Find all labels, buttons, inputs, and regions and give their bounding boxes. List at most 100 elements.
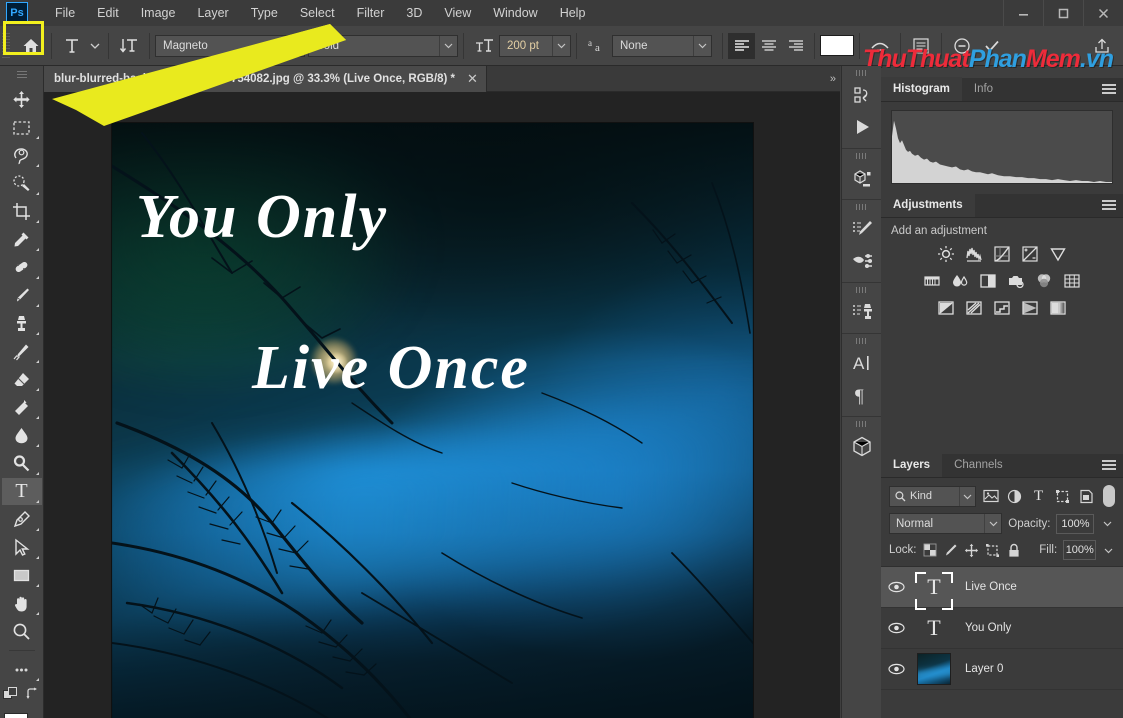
type-tool-icon[interactable] [57,32,87,60]
color-lookup-grid-icon[interactable] [1062,270,1083,291]
artboard[interactable]: You Only Live Once [112,123,753,718]
brightness-icon[interactable] [936,243,957,264]
layer-thumbnail[interactable]: T [911,615,957,641]
history-brush-tool[interactable] [2,338,42,365]
eyedropper-tool[interactable] [2,226,42,253]
menu-window[interactable]: Window [482,2,548,24]
levels-icon[interactable] [964,243,985,264]
canvas-area[interactable]: You Only Live Once [44,92,840,718]
layer-name-you-only[interactable]: You Only [957,622,1011,634]
hand-tool[interactable] [2,590,42,617]
crop-tool[interactable] [2,198,42,225]
filter-shape-layers[interactable] [1054,486,1072,506]
lock-position[interactable] [964,541,979,559]
type-tool[interactable]: T [1,478,42,505]
exposure-icon[interactable] [1020,243,1041,264]
menu-edit[interactable]: Edit [86,2,130,24]
menu-3d[interactable]: 3D [395,2,433,24]
dock-grip[interactable] [855,338,868,344]
chevron-down-icon[interactable] [984,514,1001,533]
text-color-swatch[interactable] [820,35,854,56]
tab-adjustments[interactable]: Adjustments [881,193,975,217]
art-text-you-only[interactable]: You Only [136,182,388,253]
filter-toggle-switch[interactable] [1103,485,1116,507]
align-left-icon[interactable] [728,32,755,59]
spot-healing-brush-tool[interactable] [2,254,42,281]
dock-grip[interactable] [855,204,868,210]
tab-layers[interactable]: Layers [881,453,943,477]
tab-channels[interactable]: Channels [942,453,1015,477]
zoom-tool[interactable] [2,618,42,645]
pen-tool[interactable] [2,506,42,533]
blur-tool[interactable] [2,422,42,449]
color-balance-icon[interactable] [950,270,971,291]
menu-image[interactable]: Image [130,2,187,24]
dock-grip[interactable] [855,70,868,76]
3d-materials-button[interactable] [845,430,879,462]
chevron-down-icon[interactable] [693,35,711,56]
fill-value[interactable]: 100% [1063,540,1097,560]
close-icon[interactable] [1083,0,1123,26]
warp-text-icon[interactable] [865,32,895,60]
menu-type[interactable]: Type [240,2,289,24]
default-colors-icon[interactable] [3,687,18,707]
chevron-down-icon[interactable] [552,35,570,56]
eraser-tool[interactable] [2,366,42,393]
menu-file[interactable]: File [44,2,86,24]
home-icon[interactable] [16,32,46,60]
clone-source-button[interactable] [845,296,879,328]
lock-transparent-pixels[interactable] [923,541,938,559]
filter-pixel-layers[interactable] [982,486,1000,506]
layer-filter-kind-select[interactable]: Kind [889,485,976,507]
actions-panel-button[interactable] [845,111,879,143]
hue-saturation-icon[interactable] [922,270,943,291]
character-panel-button[interactable]: A [845,347,879,379]
layer-name-live-once[interactable]: Live Once [957,581,1017,593]
lock-image-pixels[interactable] [943,541,958,559]
3d-panel-button[interactable] [845,162,879,194]
brush-tool[interactable] [2,282,42,309]
align-right-icon[interactable] [782,33,809,59]
anti-aliasing-select[interactable]: None [612,34,712,57]
foreground-color-swatch[interactable] [3,713,28,718]
close-tab-icon[interactable]: ✕ [467,71,478,87]
fill-chevron-down-icon[interactable] [1102,540,1115,560]
tool-preset-chevron-down-icon[interactable] [87,32,103,60]
chevron-down-icon[interactable] [286,35,304,56]
minimize-icon[interactable] [1003,0,1043,26]
share-icon[interactable] [1087,32,1117,60]
menu-filter[interactable]: Filter [346,2,396,24]
channel-mixer-icon[interactable] [1034,270,1055,291]
black-white-icon[interactable] [978,270,999,291]
layer-name-layer-0[interactable]: Layer 0 [957,663,1003,675]
chevron-down-icon[interactable] [958,486,975,506]
swap-colors-icon[interactable] [26,687,40,707]
chevron-down-icon[interactable] [439,35,457,56]
filter-type-layers[interactable]: T [1030,486,1048,506]
options-bar-grip[interactable] [2,32,10,59]
rectangle-tool[interactable] [2,562,42,589]
invert-icon[interactable] [936,297,957,318]
panel-menu-icon[interactable] [1102,460,1116,472]
dodge-tool[interactable] [2,450,42,477]
layer-row-live-once[interactable]: T Live Once [881,567,1123,610]
toolbar-grip[interactable] [17,71,27,80]
visibility-eye-icon[interactable] [881,622,911,634]
font-style-select[interactable]: Bold [308,34,458,57]
photo-filter-icon[interactable] [1006,270,1027,291]
font-size-input[interactable]: 200 pt [499,34,571,57]
filter-smart-objects[interactable] [1077,486,1095,506]
rectangular-marquee-tool[interactable] [2,114,42,141]
tab-overflow-arrows[interactable]: » [830,66,836,92]
tab-info[interactable]: Info [962,77,1005,101]
maximize-icon[interactable] [1043,0,1083,26]
commit-icon[interactable] [977,32,1007,60]
visibility-eye-icon[interactable] [881,581,911,593]
move-tool[interactable] [2,86,42,113]
tab-histogram[interactable]: Histogram [881,77,962,101]
panel-menu-icon[interactable] [1102,84,1116,96]
layer-thumbnail[interactable]: T [911,572,957,610]
cancel-icon[interactable] [947,32,977,60]
art-text-live-once[interactable]: Live Once [252,333,530,404]
vibrance-triangle-icon[interactable] [1048,243,1069,264]
